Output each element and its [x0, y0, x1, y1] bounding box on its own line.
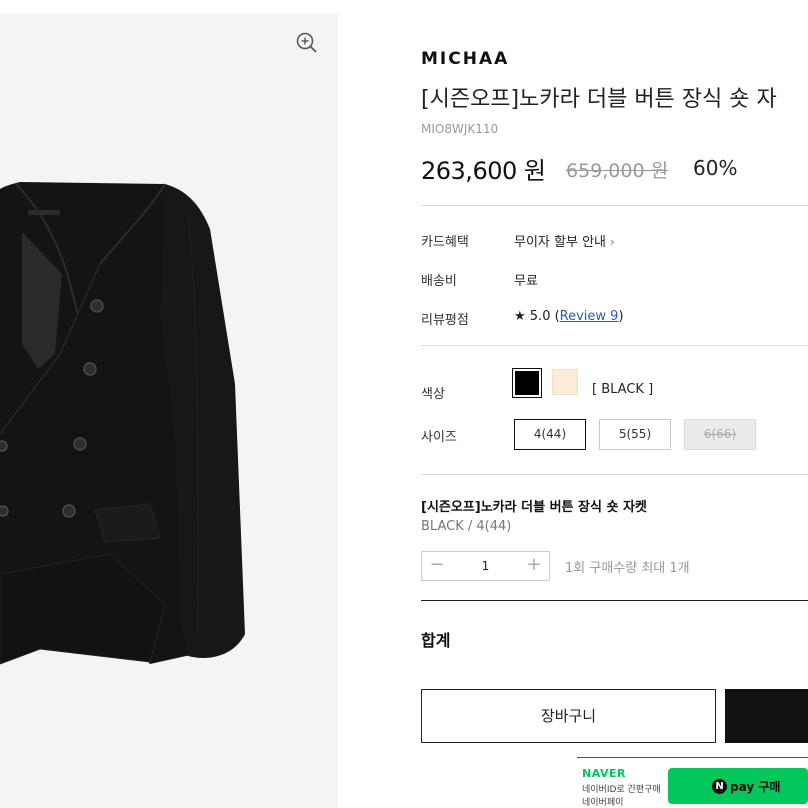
- review-label: 리뷰평점: [421, 313, 469, 328]
- size-label: 사이즈: [421, 430, 457, 445]
- buy-now-button[interactable]: [725, 689, 808, 743]
- card-benefit-text: 무이자 할부 안내: [514, 235, 606, 250]
- divider: [421, 600, 808, 601]
- size-option-55[interactable]: 5(55): [599, 419, 671, 450]
- divider: [421, 205, 808, 206]
- sale-price: 263,600 원: [421, 157, 546, 185]
- selected-option-title: [시즌오프]노카라 더블 버튼 장식 숏 자켓: [421, 500, 647, 515]
- product-image-panel: [0, 14, 338, 808]
- quantity-input[interactable]: 1: [452, 552, 519, 580]
- card-benefit-label: 카드혜택: [421, 235, 469, 250]
- review-close-paren: ): [618, 309, 624, 324]
- npay-buy-button[interactable]: N pay 구매: [668, 768, 808, 804]
- review-link[interactable]: Review 9: [560, 309, 619, 324]
- product-title: [시즌오프]노카라 더블 버튼 장식 숏 자: [421, 87, 777, 112]
- divider: [421, 474, 808, 475]
- naver-pay-text: 네이버페이: [582, 798, 624, 808]
- divider: [577, 757, 808, 758]
- npay-n-icon: N: [712, 779, 727, 794]
- quantity-stepper: − 1 +: [421, 551, 550, 581]
- shipping-value: 무료: [514, 274, 538, 289]
- review-rating: ★ 5.0 (: [514, 309, 560, 324]
- chevron-right-icon: ›: [610, 235, 615, 249]
- naver-id-purchase-text: 네이버ID로 간편구매: [582, 785, 661, 795]
- total-label: 합계: [421, 631, 451, 650]
- size-option-66: 6(66): [684, 419, 756, 450]
- product-info-panel: MICHAA [시즌오프]노카라 더블 버튼 장식 숏 자 MIO8WJK110…: [421, 0, 808, 808]
- shipping-label: 배송비: [421, 274, 457, 289]
- color-swatch-beige[interactable]: [552, 369, 578, 395]
- npay-button-label: pay 구매: [730, 780, 781, 794]
- product-jacket-image: [0, 182, 245, 665]
- zoom-in-icon[interactable]: [294, 30, 320, 56]
- size-option-44[interactable]: 4(44): [514, 419, 586, 450]
- selected-color-name: [ BLACK ]: [592, 382, 654, 397]
- purchase-limit-note: 1회 구매수량 최대 1개: [565, 561, 690, 576]
- original-price: 659,000 원: [566, 160, 669, 182]
- divider: [421, 345, 808, 346]
- add-to-cart-button[interactable]: 장바구니: [421, 689, 716, 743]
- color-label: 색상: [421, 387, 445, 402]
- brand-name[interactable]: MICHAA: [421, 49, 509, 69]
- color-swatch-black[interactable]: [512, 368, 542, 398]
- discount-rate: 60%: [693, 156, 738, 180]
- review-value: ★ 5.0 (Review 9): [514, 309, 624, 324]
- selected-option-variant: BLACK / 4(44): [421, 519, 512, 534]
- card-benefit-link[interactable]: 무이자 할부 안내 ›: [514, 231, 615, 250]
- quantity-decrease-button[interactable]: −: [422, 552, 452, 580]
- quantity-increase-button[interactable]: +: [519, 552, 549, 580]
- product-code: MIO8WJK110: [421, 122, 499, 136]
- naver-logo: NAVER: [582, 767, 626, 780]
